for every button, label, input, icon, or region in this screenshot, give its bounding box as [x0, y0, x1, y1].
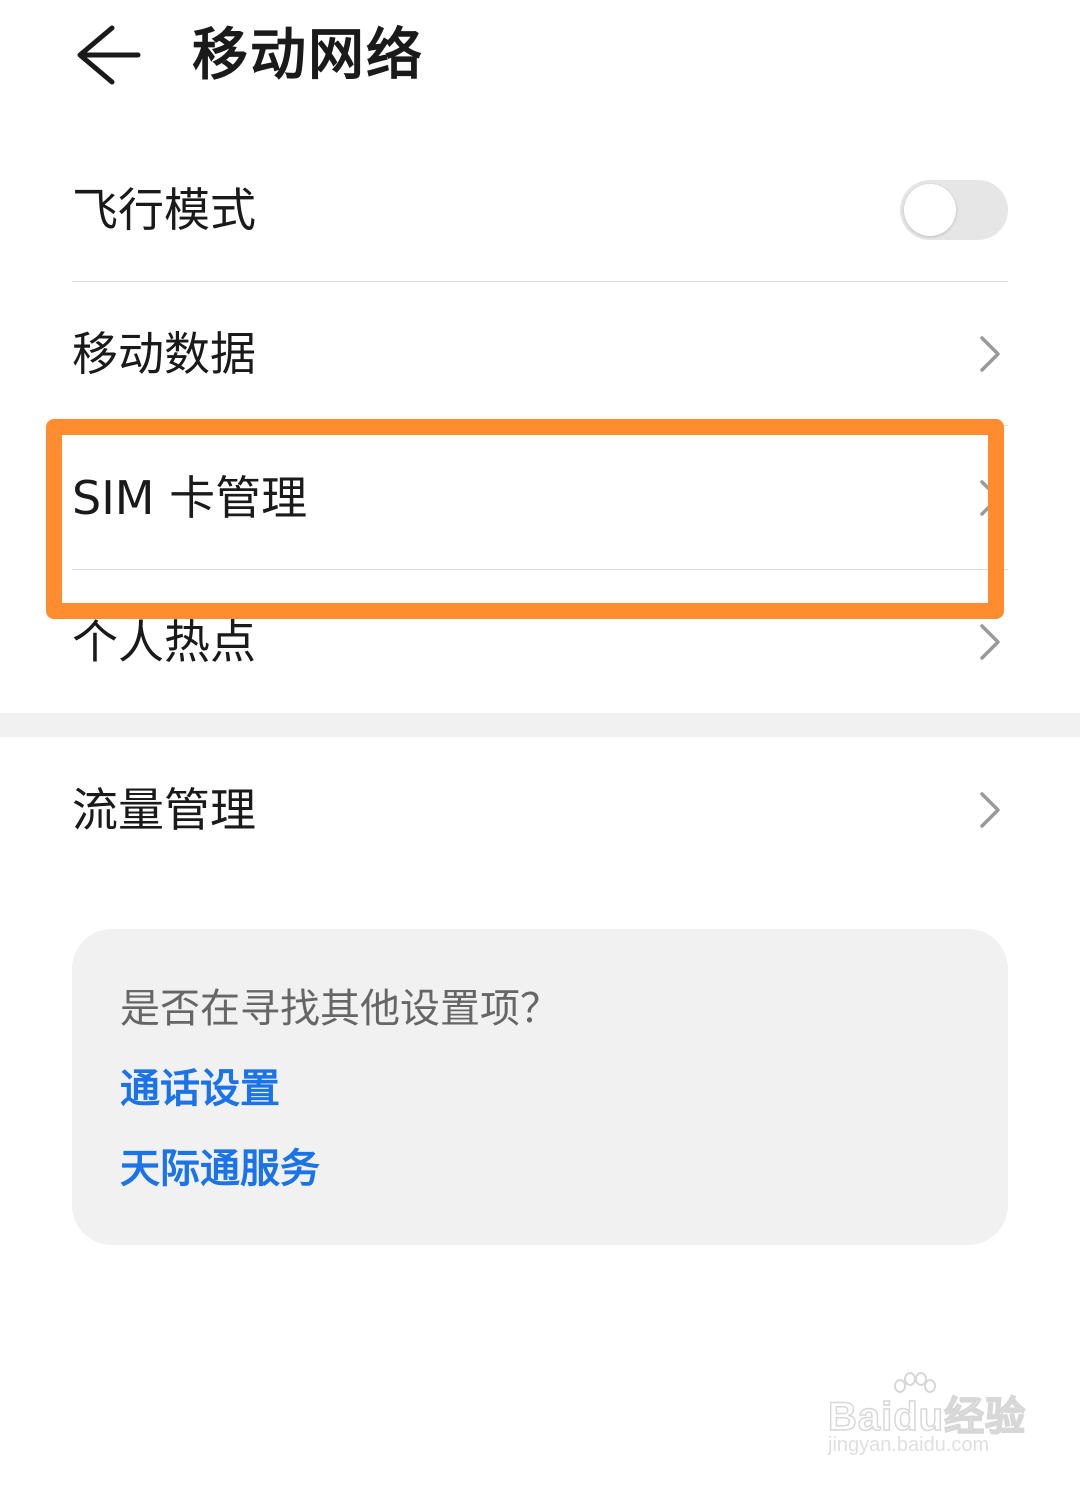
- watermark-url: jingyan.baidu.com: [828, 1434, 990, 1456]
- baidu-jingyan-watermark: Baidu经验 jingyan.baidu.com: [827, 1372, 1026, 1468]
- airplane-mode-toggle[interactable]: [900, 180, 1008, 240]
- airplane-mode-label: 飞行模式: [72, 183, 256, 237]
- app-header: 移动网络: [0, 0, 1080, 120]
- arrow-left-icon[interactable]: [70, 20, 146, 90]
- toggle-knob: [904, 184, 956, 236]
- data-usage-row[interactable]: 流量管理: [72, 738, 1008, 882]
- hotspot-row[interactable]: 个人热点: [72, 570, 1008, 714]
- section-separator: [0, 713, 1080, 737]
- chevron-right-icon: [980, 336, 1000, 372]
- chevron-right-icon: [980, 792, 1000, 828]
- mobile-data-row[interactable]: 移动数据: [72, 282, 1008, 426]
- airplane-mode-row[interactable]: 飞行模式: [72, 138, 1008, 282]
- call-settings-link[interactable]: 通话设置: [120, 1061, 280, 1117]
- hotspot-label: 个人热点: [72, 615, 256, 669]
- skytone-service-link[interactable]: 天际通服务: [120, 1141, 320, 1197]
- suggestions-title: 是否在寻找其他设置项？: [120, 986, 560, 1032]
- mobile-data-label: 移动数据: [72, 327, 256, 381]
- page-title: 移动网络: [192, 23, 424, 88]
- sim-management-row[interactable]: SIM 卡管理: [72, 426, 1008, 570]
- data-usage-label: 流量管理: [72, 783, 256, 837]
- suggestions-card: 是否在寻找其他设置项？ 通话设置 天际通服务: [72, 929, 1008, 1245]
- chevron-right-icon: [980, 624, 1000, 660]
- sim-management-label: SIM 卡管理: [72, 471, 308, 525]
- chevron-right-icon: [980, 480, 1000, 516]
